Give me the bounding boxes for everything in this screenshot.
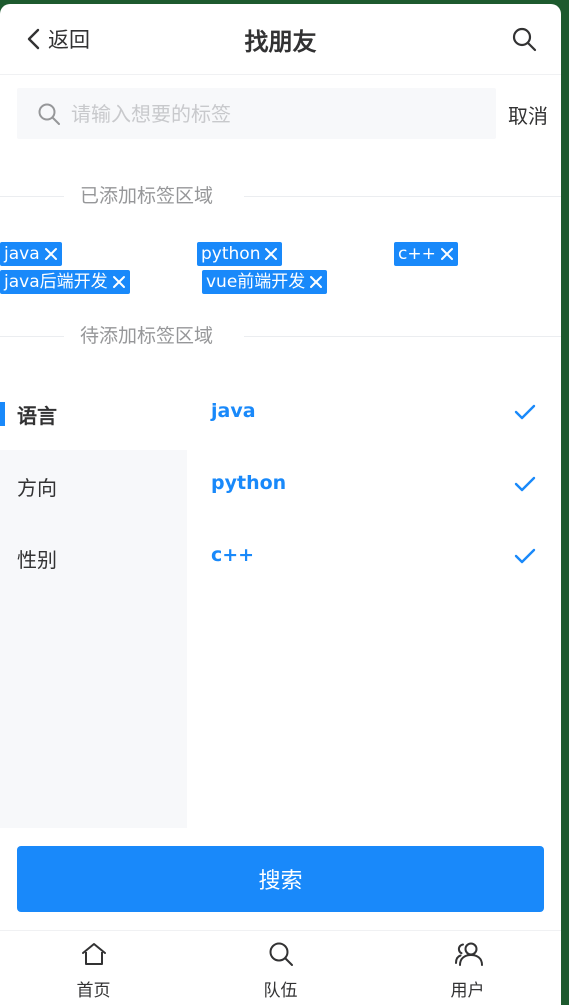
sidebar-item-language[interactable]: 语言 xyxy=(0,378,187,450)
app-frame: 返回 找朋友 取消 已添加标签区域 java python c++ xyxy=(0,4,561,1005)
friends-icon xyxy=(455,942,483,966)
tag-label: vue前端开发 xyxy=(206,272,306,292)
search-button[interactable]: 搜索 xyxy=(17,846,544,912)
tab-team[interactable]: 队伍 xyxy=(187,931,374,1005)
close-icon[interactable] xyxy=(264,247,278,261)
search-bar xyxy=(17,88,496,139)
checkmark-icon xyxy=(514,404,536,420)
tab-home[interactable]: 首页 xyxy=(0,931,187,1005)
nav-bar: 返回 找朋友 xyxy=(0,4,561,75)
sidebar-item-label: 语言 xyxy=(17,404,57,428)
close-icon[interactable] xyxy=(309,275,323,289)
added-tags-label: 已添加标签区域 xyxy=(80,185,214,207)
pending-tags-divider: 待添加标签区域 xyxy=(0,321,561,351)
close-icon[interactable] xyxy=(112,275,126,289)
tag-label: c++ xyxy=(398,244,436,264)
added-tags-divider: 已添加标签区域 xyxy=(0,181,561,211)
sidebar-item-label: 性别 xyxy=(17,548,57,572)
checkmark-icon xyxy=(514,476,536,492)
tag-java-backend: java后端开发 xyxy=(0,270,130,294)
close-icon[interactable] xyxy=(44,247,58,261)
option-cpp[interactable]: c++ xyxy=(187,522,561,594)
tab-user[interactable]: 用户 xyxy=(374,931,561,1005)
tag-label: java xyxy=(4,244,40,264)
active-indicator xyxy=(0,402,5,426)
sidebar-item-direction[interactable]: 方向 xyxy=(0,450,187,522)
search-input[interactable] xyxy=(69,100,473,127)
search-icon xyxy=(38,103,60,125)
page-title: 找朋友 xyxy=(244,28,317,56)
sidebar-item-gender[interactable]: 性别 xyxy=(0,522,187,594)
search-icon[interactable] xyxy=(511,26,537,52)
cancel-button[interactable]: 取消 xyxy=(508,100,548,129)
tab-label: 队伍 xyxy=(263,981,298,1001)
tab-label: 用户 xyxy=(450,981,485,1001)
checkmark-icon xyxy=(514,548,536,564)
divider-line xyxy=(0,196,64,197)
tag-vue-frontend: vue前端开发 xyxy=(202,270,328,294)
tab-label: 首页 xyxy=(76,981,111,1001)
tag-java: java xyxy=(0,242,62,266)
option-label: c++ xyxy=(211,544,255,566)
pending-tags-label: 待添加标签区域 xyxy=(80,325,214,347)
search-icon xyxy=(269,942,293,966)
close-icon[interactable] xyxy=(440,247,454,261)
home-icon xyxy=(82,943,106,965)
bottom-tabbar: 首页 队伍 用户 xyxy=(0,930,561,1005)
option-label: python xyxy=(211,472,287,494)
sidebar-item-label: 方向 xyxy=(17,476,57,500)
tag-cpp: c++ xyxy=(394,242,458,266)
option-python[interactable]: python xyxy=(187,450,561,522)
tag-label: python xyxy=(201,244,261,264)
tag-python: python xyxy=(197,242,283,266)
divider-line xyxy=(244,196,561,197)
option-label: java xyxy=(211,400,256,422)
tag-label: java后端开发 xyxy=(4,272,108,292)
divider-line xyxy=(244,336,561,337)
divider-line xyxy=(0,336,64,337)
option-java[interactable]: java xyxy=(187,378,561,450)
